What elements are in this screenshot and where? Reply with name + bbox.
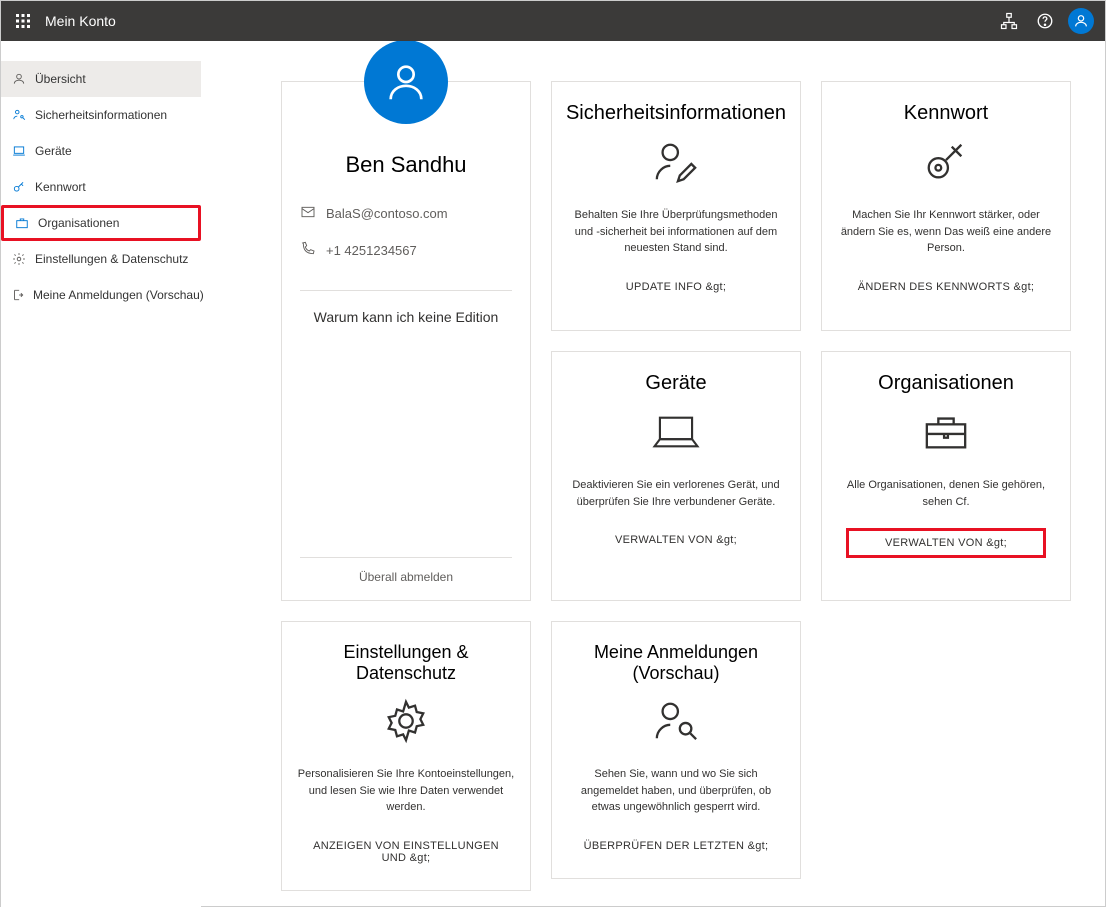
briefcase-large-icon [923, 407, 969, 457]
main-content: Ben Sandhu BalaS@contoso.com +1 42512345… [201, 41, 1105, 908]
person-edit-icon [653, 137, 699, 187]
card-title: Kennwort [904, 102, 989, 125]
app-launcher-icon[interactable] [7, 5, 39, 37]
card-title: Einstellungen & Datenschutz [296, 642, 516, 684]
devices-card: Geräte Deaktivieren Sie ein verlorenes G… [551, 351, 801, 601]
sidebar-item-label: Sicherheitsinformationen [35, 108, 167, 122]
sidebar-item-label: Einstellungen & Datenschutz [35, 252, 188, 266]
page-title: Mein Konto [45, 13, 116, 29]
sidebar-item-label: Kennwort [35, 180, 86, 194]
sidebar: Übersicht Sicherheitsinformationen Gerät… [1, 41, 201, 908]
profile-card: Ben Sandhu BalaS@contoso.com +1 42512345… [281, 81, 531, 601]
signin-icon [11, 288, 25, 302]
manage-devices-link[interactable]: VERWALTEN VON &gt; [607, 528, 745, 552]
organizations-card: Organisationen Alle Organisationen, dene… [821, 351, 1071, 601]
briefcase-icon [14, 216, 30, 230]
sidebar-item-password[interactable]: Kennwort [1, 169, 201, 205]
profile-email-row: BalaS@contoso.com [300, 204, 512, 223]
sidebar-item-label: Meine Anmeldungen (Vorschau) [33, 288, 204, 302]
profile-edit-question[interactable]: Warum kann ich keine Edition [300, 309, 512, 325]
password-card: Kennwort Machen Sie Ihr Kennwort stärker… [821, 81, 1071, 331]
sidebar-item-organizations[interactable]: Organisationen [1, 205, 201, 241]
sidebar-item-label: Geräte [35, 144, 72, 158]
laptop-icon [11, 144, 27, 158]
mail-icon [300, 204, 316, 223]
account-avatar[interactable] [1063, 3, 1099, 39]
card-title: Geräte [645, 372, 706, 395]
help-icon[interactable] [1027, 3, 1063, 39]
update-info-link[interactable]: UPDATE INFO &gt; [618, 275, 735, 299]
change-password-link[interactable]: ÄNDERN DES KENNWORTS &gt; [850, 275, 1043, 299]
card-desc: Alle Organisationen, denen Sie gehören, … [836, 477, 1056, 510]
sidebar-item-label: Übersicht [35, 72, 86, 86]
sidebar-item-label: Organisationen [38, 216, 119, 230]
card-desc: Machen Sie Ihr Kennwort stärker, oder än… [836, 207, 1056, 257]
security-card: Sicherheitsinformationen Behalten Sie Ih… [551, 81, 801, 331]
gear-icon [11, 252, 27, 266]
person-key-large-icon [653, 696, 699, 746]
view-settings-link[interactable]: ANZEIGEN VON EINSTELLUNGEN UND &gt; [296, 834, 516, 870]
sidebar-item-security[interactable]: Sicherheitsinformationen [1, 97, 201, 133]
card-title: Organisationen [878, 372, 1014, 395]
gear-large-icon [383, 696, 429, 746]
card-desc: Personalisieren Sie Ihre Kontoeinstellun… [296, 766, 516, 816]
key-large-icon [923, 137, 969, 187]
phone-icon [300, 241, 316, 260]
manage-orgs-link[interactable]: VERWALTEN VON &gt; [846, 528, 1046, 558]
person-key-icon [11, 108, 27, 122]
card-desc: Behalten Sie Ihre Überprüfungsmethoden u… [566, 207, 786, 257]
profile-phone-row: +1 4251234567 [300, 241, 512, 260]
person-icon [11, 72, 27, 86]
org-tree-icon[interactable] [991, 3, 1027, 39]
sidebar-item-settings[interactable]: Einstellungen & Datenschutz [1, 241, 201, 277]
card-desc: Deaktivieren Sie ein verlorenes Gerät, u… [566, 477, 786, 510]
profile-name: Ben Sandhu [300, 152, 512, 178]
card-title: Sicherheitsinformationen [566, 102, 786, 125]
signout-everywhere-link[interactable]: Überall abmelden [300, 557, 512, 584]
signins-card: Meine Anmeldungen (Vorschau) Sehen Sie, … [551, 621, 801, 879]
sidebar-item-overview[interactable]: Übersicht [1, 61, 201, 97]
profile-email: BalaS@contoso.com [326, 206, 448, 221]
laptop-large-icon [651, 407, 701, 457]
card-title: Meine Anmeldungen (Vorschau) [566, 642, 786, 684]
card-desc: Sehen Sie, wann und wo Sie sich angemeld… [566, 766, 786, 816]
review-signins-link[interactable]: ÜBERPRÜFEN DER LETZTEN &gt; [576, 834, 777, 858]
profile-phone: +1 4251234567 [326, 243, 417, 258]
settings-card: Einstellungen & Datenschutz Personalisie… [281, 621, 531, 891]
profile-avatar-icon [364, 41, 448, 124]
sidebar-item-signins[interactable]: Meine Anmeldungen (Vorschau) [1, 277, 201, 313]
sidebar-item-devices[interactable]: Geräte [1, 133, 201, 169]
app-header: Mein Konto [1, 1, 1105, 41]
key-icon [11, 180, 27, 194]
